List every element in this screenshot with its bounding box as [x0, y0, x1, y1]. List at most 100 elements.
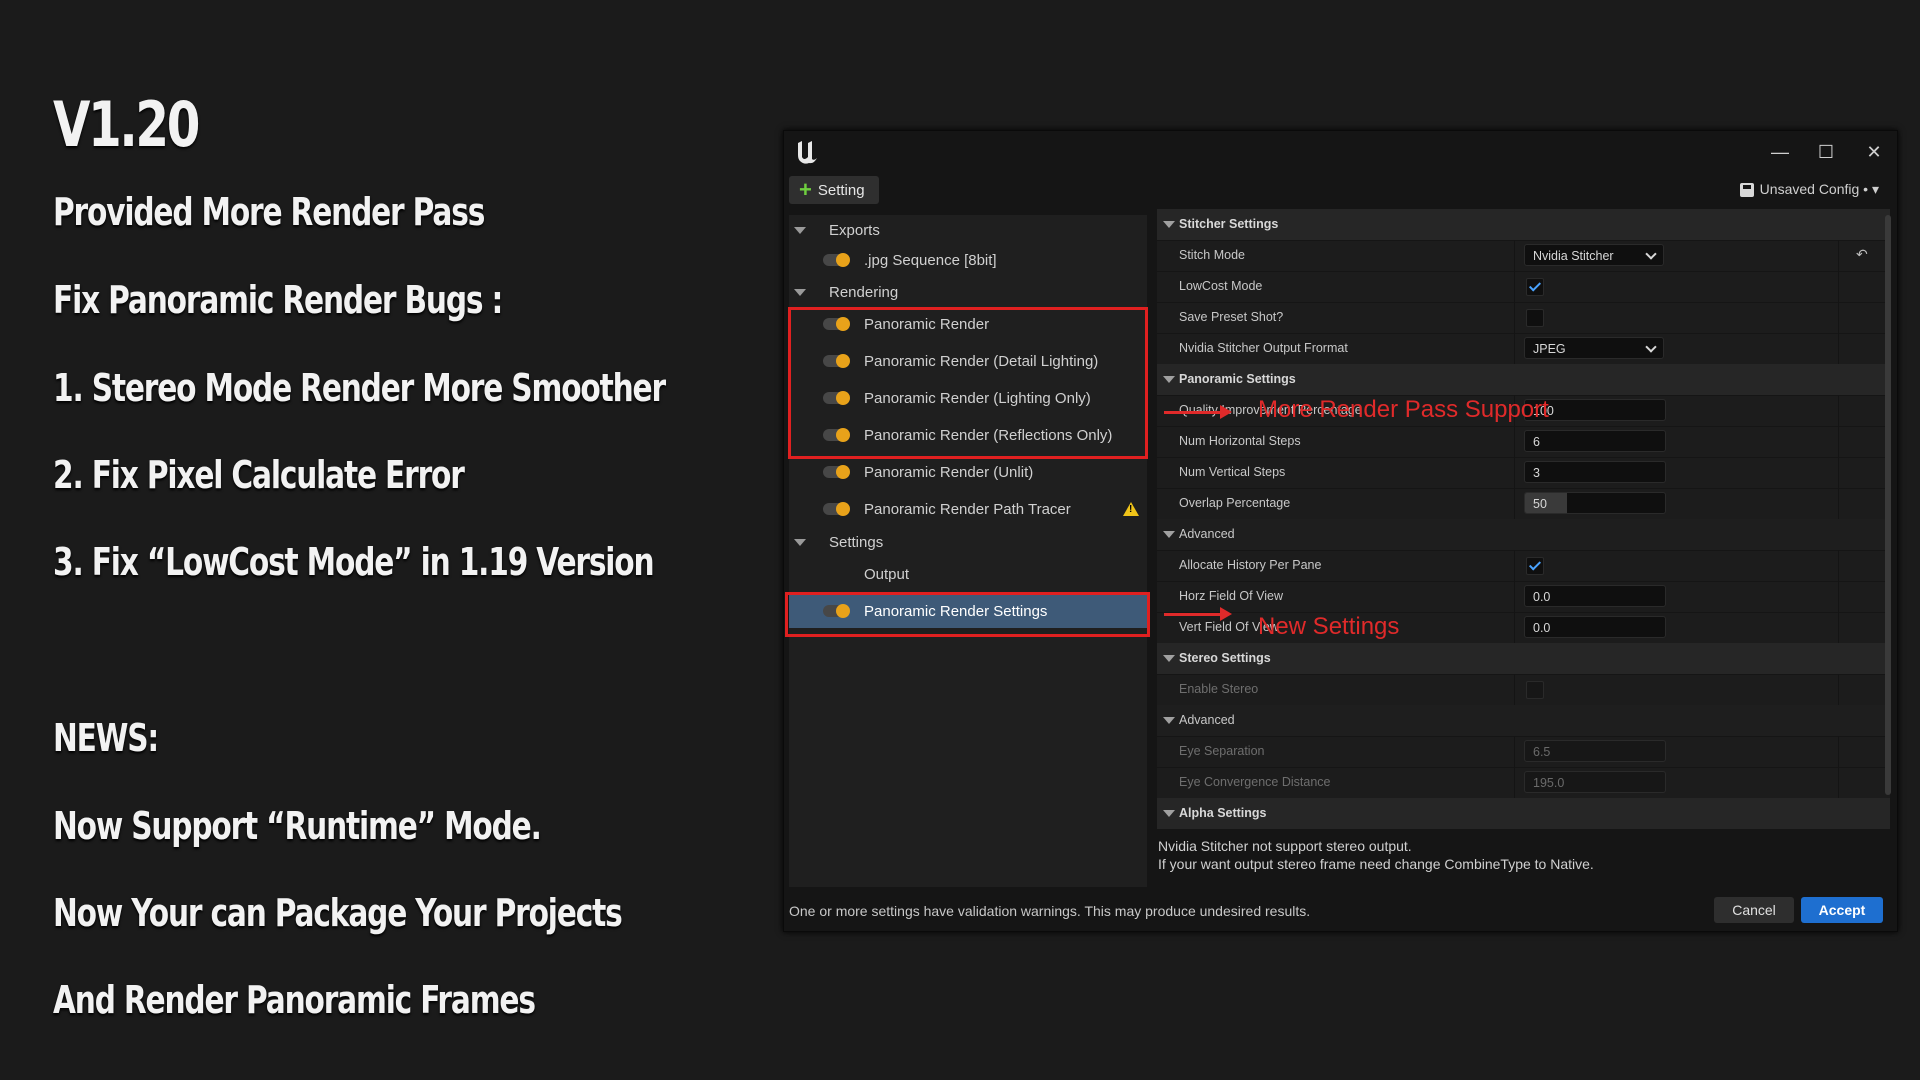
tree-item-label: Output [864, 565, 910, 583]
stitch-mode-dropdown[interactable]: Nvidia Stitcher [1524, 244, 1664, 266]
eye-separation-input[interactable]: 6.5 [1524, 740, 1666, 762]
promo-line-2: Fix Panoramic Render Bugs : [53, 278, 503, 322]
prop-eye-separation: Eye Separation 6.5 [1157, 736, 1890, 768]
prop-enable-stereo: Enable Stereo [1157, 674, 1890, 706]
tree-item-label: Panoramic Render Settings [864, 602, 1048, 620]
caret-down-icon [1163, 531, 1175, 538]
tree-group-label: Settings [829, 533, 884, 551]
toggle-icon[interactable] [823, 317, 850, 331]
toggle-icon[interactable] [823, 253, 850, 267]
message-line-1: Nvidia Stitcher not support stereo outpu… [1158, 838, 1412, 854]
prop-label: Eye Separation [1179, 744, 1265, 758]
horizontal-steps-input[interactable]: 6 [1524, 430, 1666, 452]
prop-stitch-mode: Stitch Mode Nvidia Stitcher ↶ [1157, 240, 1890, 272]
config-dropdown[interactable]: Unsaved Config • ▾ [1739, 181, 1879, 198]
prop-label: Stitch Mode [1179, 248, 1246, 262]
promo-news-heading: NEWS: [53, 716, 159, 760]
toggle-icon[interactable] [823, 354, 850, 368]
add-setting-button[interactable]: + Setting [789, 176, 879, 204]
tree-item-panoramic-detail-lighting[interactable]: Panoramic Render (Detail Lighting) [789, 344, 1147, 378]
section-panoramic-settings[interactable]: Panoramic Settings [1157, 364, 1890, 396]
caret-down-icon [1163, 376, 1175, 383]
tree-group-label: Exports [829, 221, 880, 239]
add-setting-label: Setting [817, 181, 865, 199]
tree-item-label: Panoramic Render [864, 315, 990, 333]
prop-label: Allocate History Per Pane [1179, 558, 1322, 572]
prop-overlap-percentage: Overlap Percentage 50 [1157, 488, 1890, 520]
tree-item-label: Panoramic Render (Lighting Only) [864, 389, 1091, 407]
caret-down-icon [794, 226, 806, 234]
section-stitcher-settings[interactable]: Stitcher Settings [1157, 209, 1890, 241]
maximize-icon[interactable]: ☐ [1811, 139, 1841, 165]
vert-fov-input[interactable]: 0.0 [1524, 616, 1666, 638]
vertical-steps-input[interactable]: 3 [1524, 461, 1666, 483]
tree-item-panoramic-lighting-only[interactable]: Panoramic Render (Lighting Only) [789, 381, 1147, 415]
tree-item-panoramic-path-tracer[interactable]: Panoramic Render Path Tracer [789, 492, 1147, 526]
toggle-icon[interactable] [823, 465, 850, 479]
toggle-icon[interactable] [823, 604, 850, 618]
input-value: 0.0 [1533, 590, 1551, 604]
tree-item-jpg-sequence[interactable]: .jpg Sequence [8bit] [789, 243, 1147, 277]
prop-label: Enable Stereo [1179, 682, 1259, 696]
tree-item-label: .jpg Sequence [8bit] [864, 251, 997, 269]
overlap-slider-input[interactable]: 50 [1524, 492, 1666, 514]
settings-tree: Exports .jpg Sequence [8bit] Rendering P… [789, 215, 1147, 887]
toggle-icon[interactable] [823, 502, 850, 516]
tree-item-label: Panoramic Render (Unlit) [864, 463, 1034, 481]
toggle-icon[interactable] [823, 428, 850, 442]
property-scrollbar[interactable] [1885, 215, 1891, 795]
promo-line-4: 2. Fix Pixel Calculate Error [53, 453, 465, 497]
caret-down-icon [1163, 717, 1175, 724]
promo-line-5: 3. Fix “LowCost Mode” in 1.19 Version [53, 540, 655, 584]
annotation-new-settings: New Settings [1258, 613, 1400, 640]
tree-item-label: Panoramic Render (Reflections Only) [864, 426, 1113, 444]
prop-lowcost-mode: LowCost Mode [1157, 271, 1890, 303]
input-value: 195.0 [1533, 776, 1565, 790]
tree-group-settings[interactable]: Settings [789, 527, 1147, 557]
tree-group-exports[interactable]: Exports [789, 215, 1147, 245]
prop-label: Num Horizontal Steps [1179, 434, 1301, 448]
caret-down-icon [794, 288, 806, 296]
accept-button[interactable]: Accept [1801, 897, 1883, 923]
allocate-history-checkbox[interactable] [1526, 557, 1544, 575]
save-preset-checkbox[interactable] [1526, 309, 1544, 327]
section-label: Panoramic Settings [1179, 372, 1296, 386]
toggle-icon[interactable] [823, 391, 850, 405]
input-value: 6.5 [1533, 745, 1551, 759]
prop-num-vertical-steps: Num Vertical Steps 3 [1157, 457, 1890, 489]
subsection-advanced[interactable]: Advanced [1157, 519, 1890, 551]
promo-line-7: Now Your can Package Your Projects [53, 891, 623, 935]
cancel-button[interactable]: Cancel [1714, 897, 1794, 923]
tree-group-rendering[interactable]: Rendering [789, 277, 1147, 307]
close-icon[interactable]: ✕ [1859, 139, 1889, 165]
prop-save-preset-shot: Save Preset Shot? [1157, 302, 1890, 334]
reset-arrow-icon[interactable]: ↶ [1856, 247, 1870, 261]
input-value: 6 [1533, 435, 1540, 449]
subsection-advanced-stereo[interactable]: Advanced [1157, 705, 1890, 737]
input-value: 3 [1533, 466, 1540, 480]
input-value: 50 [1533, 497, 1547, 511]
caret-down-icon [1163, 655, 1175, 662]
section-stereo-settings[interactable]: Stereo Settings [1157, 643, 1890, 675]
horz-fov-input[interactable]: 0.0 [1524, 585, 1666, 607]
toolbar: + Setting Unsaved Config • ▾ [784, 173, 1897, 209]
tree-item-panoramic-render-settings[interactable]: Panoramic Render Settings [789, 594, 1147, 628]
lowcost-mode-checkbox[interactable] [1526, 278, 1544, 296]
enable-stereo-checkbox[interactable] [1526, 681, 1544, 699]
output-format-dropdown[interactable]: JPEG [1524, 337, 1664, 359]
tree-item-output[interactable]: Output [789, 557, 1147, 591]
section-label: Stereo Settings [1179, 651, 1271, 665]
prop-output-format: Nvidia Stitcher Output Frormat JPEG [1157, 333, 1890, 365]
tree-group-label: Rendering [829, 283, 899, 301]
tree-item-panoramic-render[interactable]: Panoramic Render [789, 307, 1147, 341]
status-text: One or more settings have validation war… [789, 903, 1311, 919]
section-label: Stitcher Settings [1179, 217, 1279, 231]
section-alpha-settings[interactable]: Alpha Settings [1157, 798, 1890, 829]
minimize-icon[interactable]: — [1765, 139, 1795, 165]
eye-convergence-input[interactable]: 195.0 [1524, 771, 1666, 793]
dropdown-value: Nvidia Stitcher [1533, 249, 1614, 263]
input-value: 0.0 [1533, 621, 1551, 635]
prop-label: Save Preset Shot? [1179, 310, 1284, 324]
tree-item-panoramic-reflections-only[interactable]: Panoramic Render (Reflections Only) [789, 418, 1147, 452]
tree-item-panoramic-unlit[interactable]: Panoramic Render (Unlit) [789, 455, 1147, 489]
